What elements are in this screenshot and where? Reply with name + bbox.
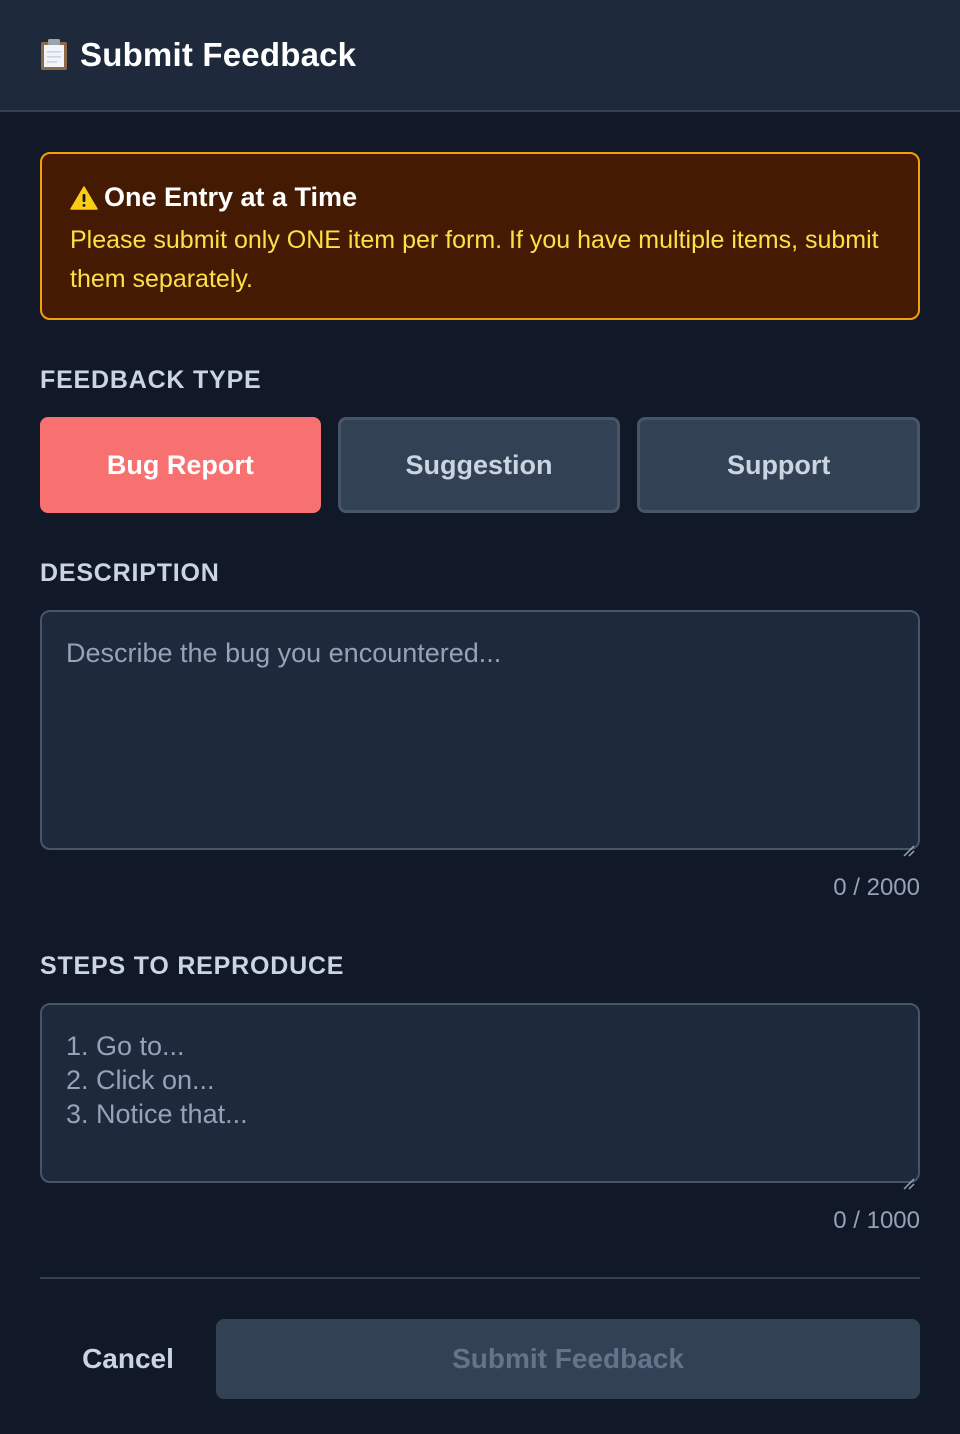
steps-placeholder-line: 3. Notice that...	[66, 1099, 248, 1129]
feedback-modal: Submit Feedback One Entry at a Time Plea…	[0, 0, 960, 1434]
steps-placeholder-line: 2. Click on...	[66, 1065, 215, 1095]
modal-title: Submit Feedback	[80, 36, 357, 73]
steps-char-counter: 0 / 1000	[833, 1207, 920, 1234]
feedback-type-label: FEEDBACK TYPE	[40, 366, 262, 394]
modal-footer: Cancel Submit Feedback	[40, 1319, 920, 1399]
alert-title: One Entry at a Time	[104, 182, 358, 212]
description-placeholder: Describe the bug you encountered...	[66, 638, 502, 668]
cancel-button[interactable]: Cancel	[40, 1319, 216, 1399]
submit-feedback-button[interactable]: Submit Feedback	[216, 1319, 920, 1399]
description-textarea[interactable]: Describe the bug you encountered...	[40, 610, 920, 857]
type-bug-report-button[interactable]: Bug Report	[40, 417, 321, 513]
modal-content: One Entry at a Time Please submit only O…	[0, 112, 960, 1399]
feedback-type-selector: Bug Report Suggestion Support	[40, 417, 921, 513]
one-entry-alert: One Entry at a Time Please submit only O…	[40, 152, 920, 320]
type-suggestion-button[interactable]: Suggestion	[337, 417, 621, 513]
footer-divider	[40, 1277, 920, 1279]
alert-message: Please submit only ONE item per form. If…	[70, 226, 879, 293]
description-char-counter: 0 / 2000	[833, 874, 920, 901]
type-support-button[interactable]: Support	[637, 417, 921, 513]
modal-header: Submit Feedback	[0, 0, 960, 112]
warning-icon	[70, 185, 98, 210]
clipboard-icon	[40, 39, 68, 71]
steps-placeholder-line: 1. Go to...	[66, 1031, 185, 1061]
description-label: DESCRIPTION	[40, 559, 220, 587]
steps-textarea[interactable]: 1. Go to... 2. Click on... 3. Notice tha…	[40, 1003, 920, 1190]
steps-label: STEPS TO REPRODUCE	[40, 952, 345, 980]
resize-handle-icon[interactable]	[901, 1164, 915, 1190]
resize-handle-icon[interactable]	[901, 831, 915, 857]
